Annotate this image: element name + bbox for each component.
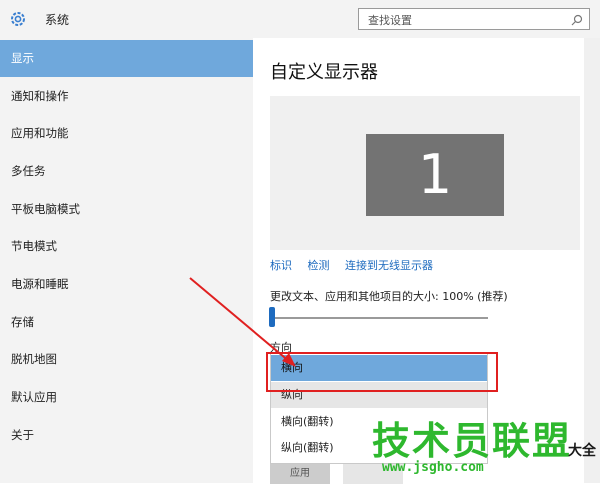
watermark-logo: 技术员联盟 大全 www.jsgho.com — [360, 410, 600, 483]
watermark-url: www.jsgho.com — [382, 460, 484, 475]
watermark-suffix: 大全 — [568, 443, 596, 459]
watermark-brand: 技术员联盟 — [372, 419, 573, 463]
